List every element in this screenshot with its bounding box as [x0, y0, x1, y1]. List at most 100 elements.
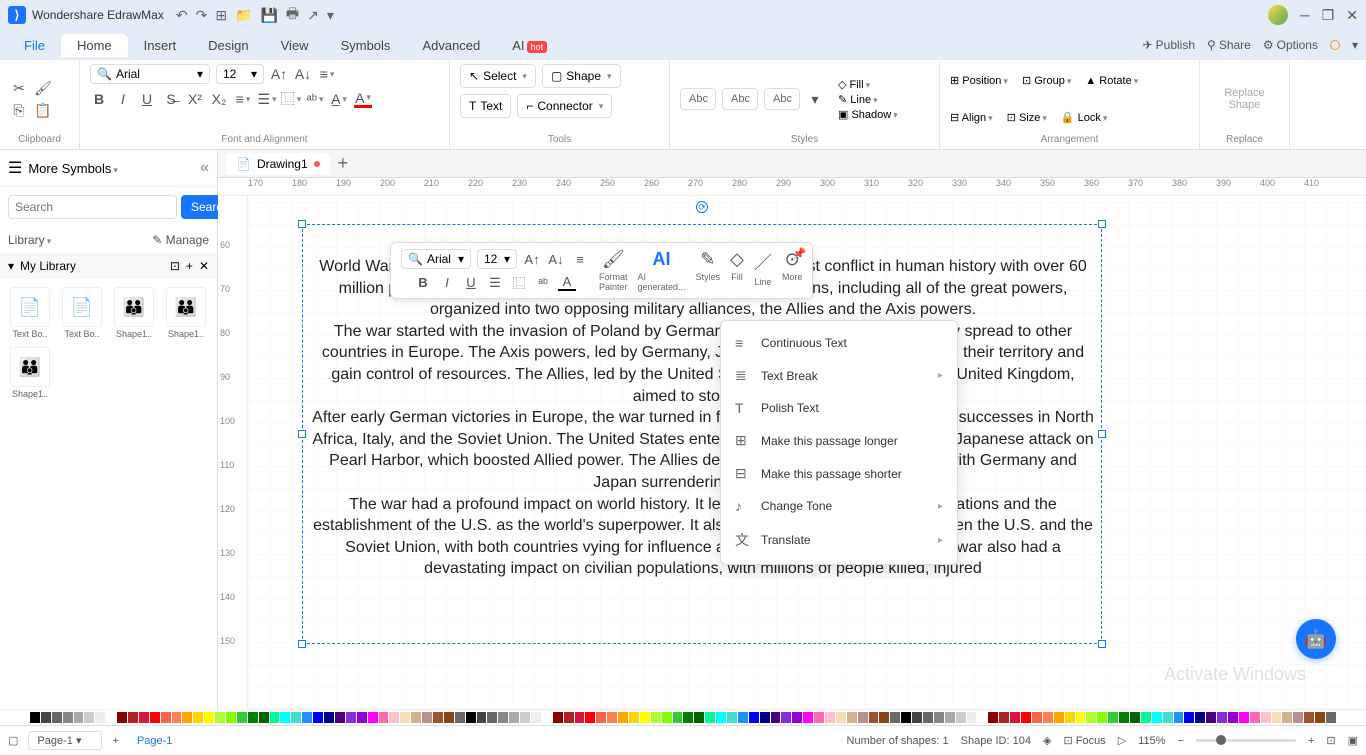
color-swatch[interactable]	[509, 712, 519, 723]
color-swatch[interactable]	[1304, 712, 1314, 723]
color-swatch[interactable]	[1119, 712, 1129, 723]
color-swatch[interactable]	[901, 712, 911, 723]
document-tab[interactable]: 📄Drawing1	[226, 153, 330, 175]
menu-file[interactable]: File	[8, 34, 61, 57]
color-swatch[interactable]	[182, 712, 192, 723]
color-swatch[interactable]	[117, 712, 127, 723]
numbering-icon[interactable]: ⿺	[282, 90, 300, 108]
color-swatch[interactable]	[749, 712, 759, 723]
ai-make-longer[interactable]: ⊞Make this passage longer	[721, 424, 957, 457]
color-swatch[interactable]	[63, 712, 73, 723]
maximize-icon[interactable]: ❐	[1322, 7, 1335, 24]
color-swatch[interactable]	[1032, 712, 1042, 723]
connector-button[interactable]: ⌐ Connector	[517, 94, 612, 118]
color-swatch[interactable]	[172, 712, 182, 723]
options-button[interactable]: ⚙ Options	[1263, 38, 1318, 52]
collapse-sidebar-icon[interactable]: «	[200, 159, 209, 177]
color-swatch[interactable]	[564, 712, 574, 723]
undo-icon[interactable]: ↶	[176, 7, 188, 24]
cut-icon[interactable]: ✂	[10, 79, 28, 97]
page-tab[interactable]: Page-1	[129, 735, 180, 747]
color-swatch[interactable]	[879, 712, 889, 723]
add-page-icon[interactable]: +	[112, 735, 118, 747]
color-swatch[interactable]	[585, 712, 595, 723]
search-input[interactable]	[8, 195, 177, 219]
color-swatch[interactable]	[977, 712, 987, 723]
color-swatch[interactable]	[204, 712, 214, 723]
underline-icon[interactable]: U	[138, 90, 156, 108]
fill-button[interactable]: ◇ Fill	[838, 78, 898, 91]
pin-icon[interactable]: 📌	[793, 247, 807, 260]
color-swatch[interactable]	[498, 712, 508, 723]
color-swatch[interactable]	[683, 712, 693, 723]
color-swatch[interactable]	[956, 712, 966, 723]
menu-advanced[interactable]: Advanced	[406, 34, 496, 57]
shape-item[interactable]: 👪Shape1..	[112, 287, 156, 339]
color-swatch[interactable]	[945, 712, 955, 723]
color-swatch[interactable]	[934, 712, 944, 723]
mylib-label[interactable]: My Library	[20, 259, 164, 273]
italic-icon[interactable]: I	[114, 90, 132, 108]
color-swatch[interactable]	[716, 712, 726, 723]
color-swatch[interactable]	[150, 712, 160, 723]
color-swatch[interactable]	[422, 712, 432, 723]
qat-more-icon[interactable]: ▾	[327, 7, 334, 24]
float-strike-icon[interactable]: ᵃᵇ	[534, 275, 552, 290]
color-swatch[interactable]	[727, 712, 737, 723]
handle-ml[interactable]	[298, 430, 306, 438]
color-swatch[interactable]	[400, 712, 410, 723]
new-icon[interactable]: ⊞	[215, 7, 227, 24]
color-swatch[interactable]	[1206, 712, 1216, 723]
float-dec-font-icon[interactable]: A↓	[547, 252, 565, 267]
fullscreen-icon[interactable]: ▣	[1348, 734, 1358, 747]
text-content[interactable]: World War II, which lasted from 1939 to …	[308, 256, 1098, 580]
menu-insert[interactable]: Insert	[128, 34, 193, 57]
color-swatch[interactable]	[760, 712, 770, 723]
group-button[interactable]: ⊡ Group	[1022, 74, 1071, 87]
line-spacing-icon[interactable]: ≡	[318, 65, 336, 83]
shadow-button[interactable]: ▣ Shadow	[838, 108, 898, 121]
ai-generated-button[interactable]: AIAI generated...	[638, 249, 686, 292]
font-color-icon[interactable]: A	[354, 90, 372, 108]
ai-text-break[interactable]: ≣Text Break▸	[721, 359, 957, 392]
color-swatch[interactable]	[629, 712, 639, 723]
handle-bl[interactable]	[298, 640, 306, 648]
lock-button[interactable]: 🔒 Lock	[1061, 111, 1108, 124]
color-swatch[interactable]	[651, 712, 661, 723]
mylib-add-icon[interactable]: +	[186, 259, 193, 273]
menu-design[interactable]: Design	[192, 34, 264, 57]
shape-item[interactable]: 👪Shape1..	[164, 287, 208, 339]
color-swatch[interactable]	[1228, 712, 1238, 723]
handle-tl[interactable]	[298, 220, 306, 228]
menu-ai[interactable]: AIhot	[496, 34, 563, 57]
color-swatch[interactable]	[1021, 712, 1031, 723]
rotate-button[interactable]: ▲ Rotate	[1085, 75, 1138, 87]
float-styles-button[interactable]: ✎Styles	[696, 249, 721, 282]
layers-icon[interactable]: ◈	[1043, 734, 1051, 747]
mylib-expand-icon[interactable]: ⊡	[170, 259, 180, 273]
shape-item[interactable]: 👪Shape1..	[8, 347, 52, 399]
focus-button[interactable]: ⊡ Focus	[1063, 734, 1105, 747]
color-swatch[interactable]	[1163, 712, 1173, 723]
color-swatch[interactable]	[237, 712, 247, 723]
chat-assistant-button[interactable]: 🤖	[1296, 619, 1336, 659]
print-icon[interactable]: 🖶	[286, 3, 299, 27]
color-swatch[interactable]	[1315, 712, 1325, 723]
publish-button[interactable]: ✈ Publish	[1143, 38, 1195, 52]
menu-view[interactable]: View	[265, 34, 325, 57]
shape-item[interactable]: 📄Text Bo..	[8, 287, 52, 339]
select-button[interactable]: ↖ Select	[460, 64, 536, 88]
size-select[interactable]: 12▾	[216, 64, 264, 84]
color-swatch[interactable]	[803, 712, 813, 723]
add-tab-icon[interactable]: +	[338, 153, 349, 174]
color-swatch[interactable]	[95, 712, 105, 723]
color-swatch[interactable]	[705, 712, 715, 723]
color-swatch[interactable]	[890, 712, 900, 723]
text-button[interactable]: T Text	[460, 94, 511, 118]
decrease-font-icon[interactable]: A↓	[294, 65, 312, 83]
color-swatch[interactable]	[738, 712, 748, 723]
color-swatch[interactable]	[847, 712, 857, 723]
zoom-level[interactable]: 115%	[1138, 735, 1165, 747]
color-swatch[interactable]	[259, 712, 269, 723]
rotate-handle[interactable]: ⟳	[696, 201, 708, 213]
